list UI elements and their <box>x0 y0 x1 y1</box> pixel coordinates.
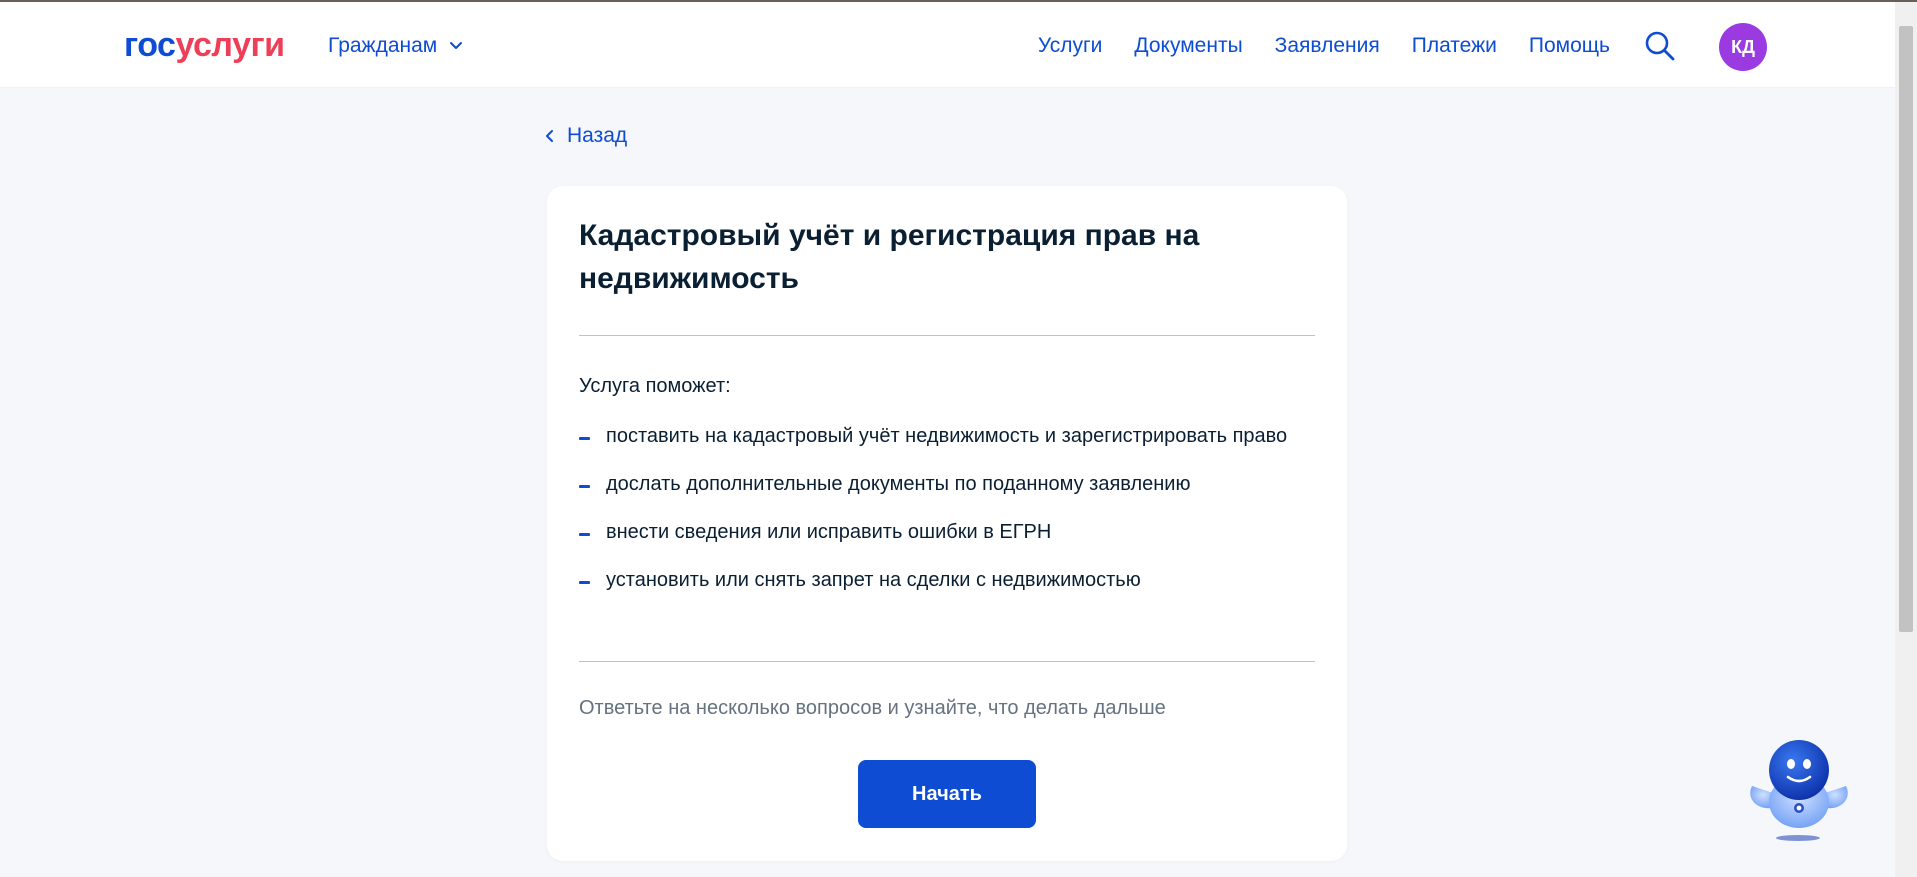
list-item-text: внести сведения или исправить ошибки в Е… <box>606 521 1052 543</box>
service-intro: Услуга поможет: <box>579 375 731 397</box>
dash-bullet <box>579 485 590 488</box>
service-benefits-list: поставить на кадастровый учёт недвижимос… <box>579 420 1315 612</box>
audience-label: Гражданам <box>328 34 438 57</box>
audience-dropdown[interactable]: Гражданам <box>328 32 463 60</box>
logo-part-uslugi: услуги <box>175 26 285 64</box>
site-header: госуслуги Гражданам Услуги Документы Зая… <box>0 2 1895 88</box>
title-divider <box>579 335 1315 336</box>
scrollbar-thumb[interactable] <box>1899 26 1913 632</box>
chevron-down-icon <box>450 42 463 49</box>
robot-assistant-icon[interactable] <box>1742 728 1858 844</box>
nav-applications[interactable]: Заявления <box>1275 32 1380 60</box>
list-item-text: установить или снять запрет на сделки с … <box>606 569 1141 591</box>
dash-bullet <box>579 581 590 584</box>
main-nav: Услуги Документы Заявления Платежи Помощ… <box>1038 32 1610 60</box>
list-item-text: дослать дополнительные документы по пода… <box>606 473 1191 495</box>
nav-documents[interactable]: Документы <box>1134 32 1242 60</box>
start-button[interactable]: Начать <box>858 760 1036 828</box>
nav-help[interactable]: Помощь <box>1529 32 1610 60</box>
nav-payments[interactable]: Платежи <box>1412 32 1497 60</box>
service-card: Кадастровый учёт и регистрация прав на н… <box>547 186 1347 861</box>
list-item-text: поставить на кадастровый учёт недвижимос… <box>606 425 1288 447</box>
dash-bullet <box>579 437 590 440</box>
chevron-left-icon <box>546 130 553 142</box>
service-title: Кадастровый учёт и регистрация прав на н… <box>579 219 1200 295</box>
dash-bullet <box>579 533 590 536</box>
back-label: Назад <box>567 124 628 147</box>
list-item: установить или снять запрет на сделки с … <box>579 564 1315 596</box>
user-avatar[interactable]: КД <box>1719 23 1767 71</box>
list-item: поставить на кадастровый учёт недвижимос… <box>579 420 1315 452</box>
gosuslugi-logo[interactable]: госуслуги <box>124 24 285 66</box>
list-divider <box>579 661 1315 662</box>
nav-services[interactable]: Услуги <box>1038 32 1103 60</box>
logo-part-gos: гос <box>124 26 176 64</box>
list-item: внести сведения или исправить ошибки в Е… <box>579 516 1315 548</box>
list-item: дослать дополнительные документы по пода… <box>579 468 1315 500</box>
search-icon[interactable] <box>1644 30 1676 62</box>
back-link[interactable]: Назад <box>545 122 627 150</box>
page-scrollbar[interactable] <box>1895 2 1917 877</box>
questionnaire-hint: Ответьте на несколько вопросов и узнайте… <box>579 697 1166 719</box>
